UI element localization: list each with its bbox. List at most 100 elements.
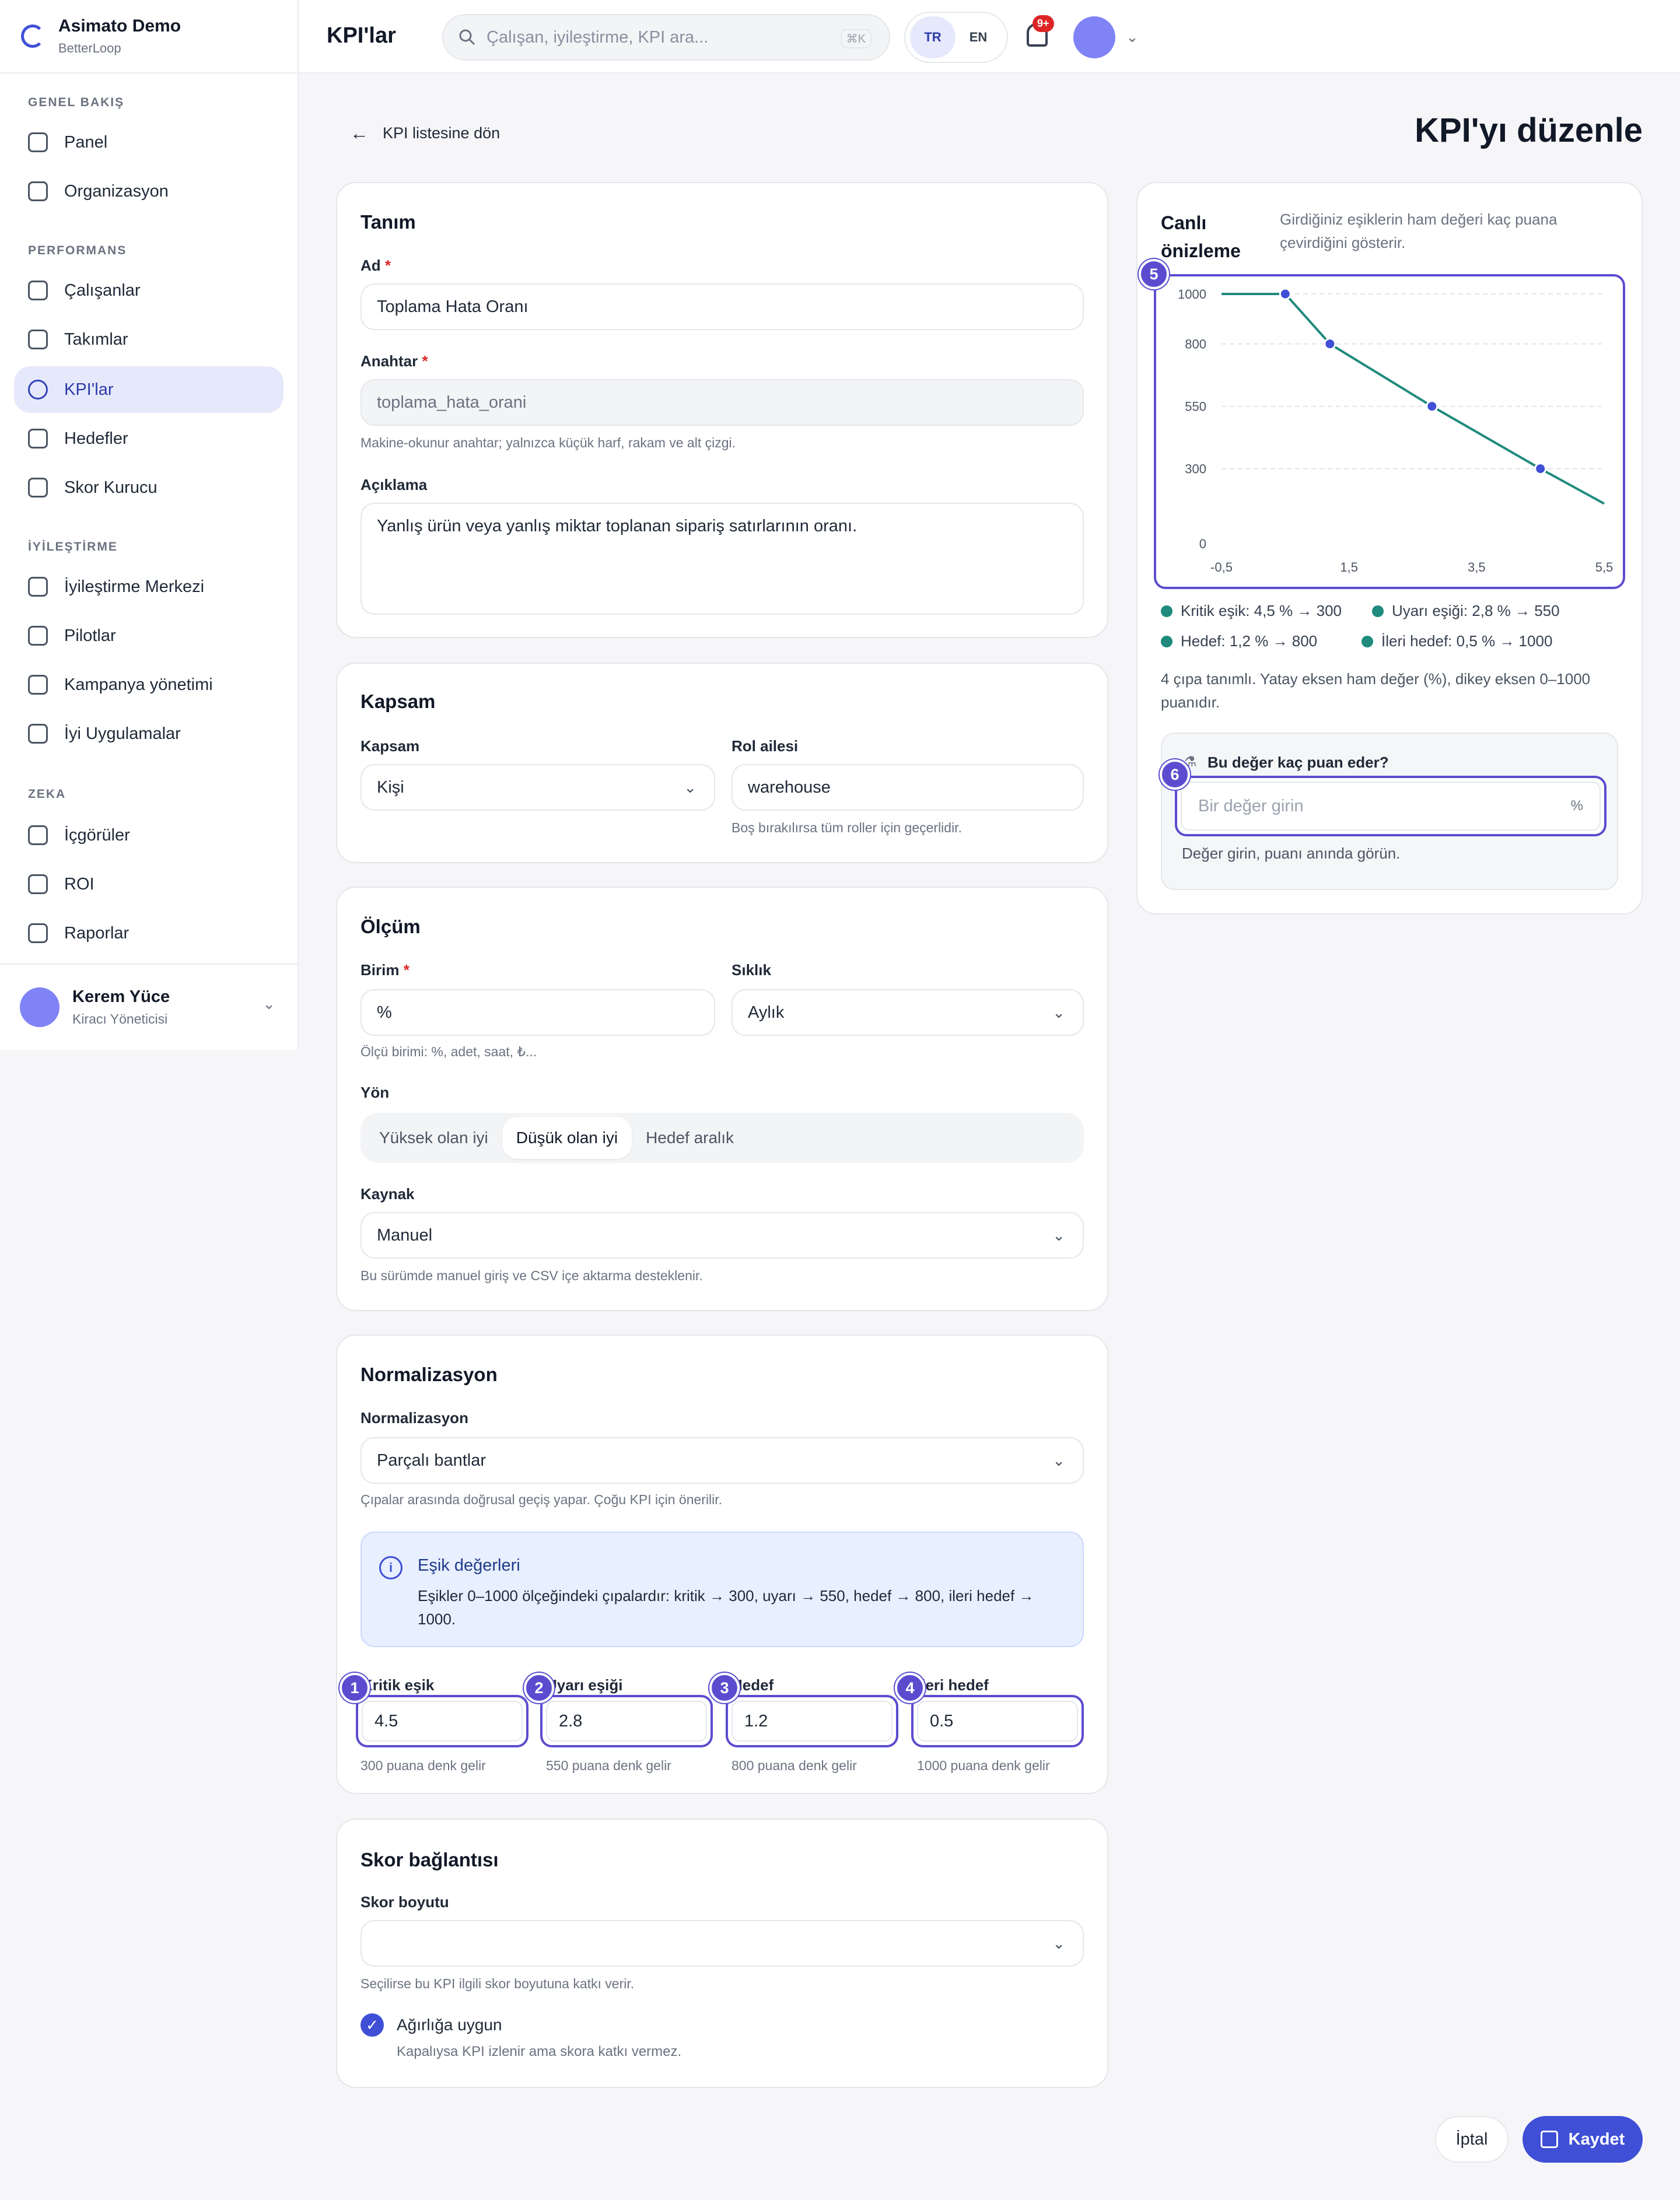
threshold-info-box: i Eşik değerleri Eşikler 0–1000 ölçeğind…	[360, 1532, 1084, 1647]
aciklama-textarea[interactable]: Yanlış ürün veya yanlış miktar toplanan …	[360, 503, 1084, 615]
preview-chart: 1000 800 550 300 0 -0,5 1,5 3,5 5,5	[1178, 287, 1613, 574]
sidebar-user-menu[interactable]: Kerem Yüce Kiracı Yöneticisi ⌄	[0, 964, 298, 1050]
normalizasyon-select[interactable]: Parçalı bantlar ⌄	[360, 1437, 1084, 1484]
lang-tr-button[interactable]: TR	[910, 16, 956, 58]
chevron-down-icon: ⌄	[1052, 1451, 1065, 1469]
info-icon: i	[379, 1556, 402, 1579]
sidebar-item-label: Takımlar	[64, 330, 128, 349]
threshold-value: 4.5	[362, 1701, 523, 1742]
sidebar-item-kpilar[interactable]: KPI'lar	[14, 366, 284, 413]
kapsam-value: Kişi	[377, 777, 404, 797]
threshold-input-hedef[interactable]: 1.2	[726, 1695, 898, 1747]
book-icon	[28, 724, 48, 744]
birim-input[interactable]: %	[360, 989, 715, 1036]
threshold-input-kritik[interactable]: 4.5	[356, 1695, 528, 1747]
threshold-input-ileri[interactable]: 0.5	[911, 1695, 1084, 1747]
skor-boyutu-select[interactable]: ⌄	[360, 1920, 1084, 1967]
chart-points	[1279, 288, 1547, 475]
nav-section-performans: PERFORMANS	[28, 244, 127, 257]
sidebar-item-calisanlar[interactable]: Çalışanlar	[14, 267, 284, 314]
chart-x-tick-label: -0,5	[1210, 560, 1233, 574]
kapsam-select[interactable]: Kişi ⌄	[360, 764, 715, 811]
annotation-marker-6: 6	[1160, 759, 1190, 790]
chevron-down-icon[interactable]: ⌄	[1126, 28, 1139, 46]
sidebar-item-label: Çalışanlar	[64, 281, 141, 300]
clipboard-icon	[28, 675, 48, 695]
cancel-button[interactable]: İptal	[1435, 2116, 1508, 2163]
info-title: Eşik değerleri	[418, 1556, 520, 1575]
threshold-help-ileri: 1000 puana denk gelir	[917, 1758, 1050, 1773]
threshold-value: 0.5	[917, 1701, 1078, 1742]
brand[interactable]: Asimato Demo BetterLoop	[0, 0, 298, 73]
sidebar-item-roi[interactable]: ROI	[14, 861, 284, 908]
legend-item-kritik: Kritik eşik: 4,5 % → 300	[1161, 602, 1342, 620]
lightbulb-icon	[28, 577, 48, 597]
sidebar-item-iyi-uygulamalar[interactable]: İyi Uygulamalar	[14, 710, 284, 757]
target-icon	[28, 429, 48, 449]
siklik-label: Sıklık	[732, 961, 771, 979]
annotation-marker-3: 3	[709, 1673, 740, 1703]
sidebar-item-iyilestirme-merkezi[interactable]: İyileştirme Merkezi	[14, 563, 284, 610]
card-skor-baglantisi: Skor bağlantısı Skor boyutu ⌄ Seçilirse …	[336, 1819, 1108, 2088]
user-name: Kerem Yüce	[72, 987, 170, 1006]
sidebar-item-label: İçgörüler	[64, 825, 130, 845]
legend-dot	[1161, 605, 1172, 617]
yon-option-yuksek[interactable]: Yüksek olan iyi	[365, 1117, 502, 1159]
search-input[interactable]: Çalışan, iyileştirme, KPI ara... ⌘K	[442, 14, 890, 61]
ad-input[interactable]: Toplama Hata Oranı	[360, 283, 1084, 330]
chart-series-line	[1222, 293, 1605, 505]
yon-option-dusuk[interactable]: Düşük olan iyi	[502, 1117, 632, 1159]
sidebar-item-hedefler[interactable]: Hedefler	[14, 415, 284, 462]
sidebar-item-pilotlar[interactable]: Pilotlar	[14, 612, 284, 659]
chevron-down-icon: ⌄	[1052, 1934, 1065, 1952]
calculator-help: Değer girin, puanı anında görün.	[1182, 845, 1401, 862]
chart-grid	[1222, 293, 1604, 470]
topbar-title: KPI'lar	[327, 23, 396, 48]
yon-label: Yön	[360, 1084, 390, 1101]
agirlik-checkbox[interactable]: ✓	[360, 2013, 384, 2037]
legend-dot	[1161, 635, 1172, 647]
yon-option-hedef-aralik[interactable]: Hedef aralık	[632, 1117, 748, 1159]
legend-item-ileri: İleri hedef: 0,5 % → 1000	[1362, 632, 1552, 650]
skor-boyutu-help: Seçilirse bu KPI ilgili skor boyutuna ka…	[360, 1976, 635, 1991]
threshold-value: 1.2	[732, 1701, 892, 1742]
legend-dot	[1362, 635, 1373, 647]
sidebar-item-label: ROI	[64, 874, 94, 894]
sidebar-item-label: Organizasyon	[64, 181, 169, 201]
avatar	[20, 987, 60, 1027]
calculator-input[interactable]: Bir değer girin %	[1175, 776, 1606, 836]
card-kapsam: Kapsam Kapsam Kişi ⌄ Rol ailesi warehouse…	[336, 663, 1108, 863]
threshold-input-uyari[interactable]: 2.8	[540, 1695, 713, 1747]
sidebar-item-kampanya[interactable]: Kampanya yönetimi	[14, 661, 284, 708]
rol-input[interactable]: warehouse	[732, 764, 1084, 811]
sidebar-item-panel[interactable]: Panel	[14, 119, 284, 166]
sidebar-item-icgoruler[interactable]: İçgörüler	[14, 812, 284, 859]
sidebar-item-organizasyon[interactable]: Organizasyon	[14, 168, 284, 215]
sidebar-item-skor-kurucu[interactable]: Skor Kurucu	[14, 464, 284, 511]
chart-y-tick-label: 800	[1185, 337, 1206, 352]
lang-en-button[interactable]: EN	[956, 16, 1001, 58]
sidebar-item-label: Hedefler	[64, 429, 128, 448]
chart-point	[1324, 338, 1336, 351]
chevron-down-icon: ⌄	[262, 995, 275, 1013]
rol-label: Rol ailesi	[732, 737, 799, 755]
sidebar-item-takimlar[interactable]: Takımlar	[14, 316, 284, 363]
card-title: Skor bağlantısı	[360, 1849, 499, 1870]
search-shortcut: ⌘K	[840, 29, 872, 48]
chart-point	[1426, 400, 1438, 413]
calculator-unit: %	[1570, 798, 1583, 814]
sidebar-item-label: Kampanya yönetimi	[64, 675, 213, 694]
anahtar-input[interactable]: toplama_hata_orani	[360, 379, 1084, 426]
siklik-select[interactable]: Aylık ⌄	[732, 989, 1084, 1036]
normalizasyon-help: Çıpalar arasında doğrusal geçiş yapar. Ç…	[360, 1492, 723, 1507]
sidebar-item-raporlar[interactable]: Raporlar	[14, 910, 284, 957]
kaynak-select[interactable]: Manuel ⌄	[360, 1212, 1084, 1259]
save-button[interactable]: Kaydet	[1522, 2116, 1643, 2163]
annotation-marker-1: 1	[340, 1673, 370, 1703]
calculator-placeholder: Bir değer girin	[1198, 796, 1304, 815]
kaynak-help: Bu sürümde manuel giriş ve CSV içe aktar…	[360, 1268, 703, 1283]
sidebar: Asimato Demo BetterLoop GENEL BAKIŞ Pane…	[0, 0, 299, 1050]
legend-item-uyari: Uyarı eşiği: 2,8 % → 550	[1372, 602, 1560, 620]
back-to-kpi-list-link[interactable]: ← KPI listesine dön	[350, 122, 500, 144]
user-avatar-button[interactable]	[1073, 16, 1115, 58]
